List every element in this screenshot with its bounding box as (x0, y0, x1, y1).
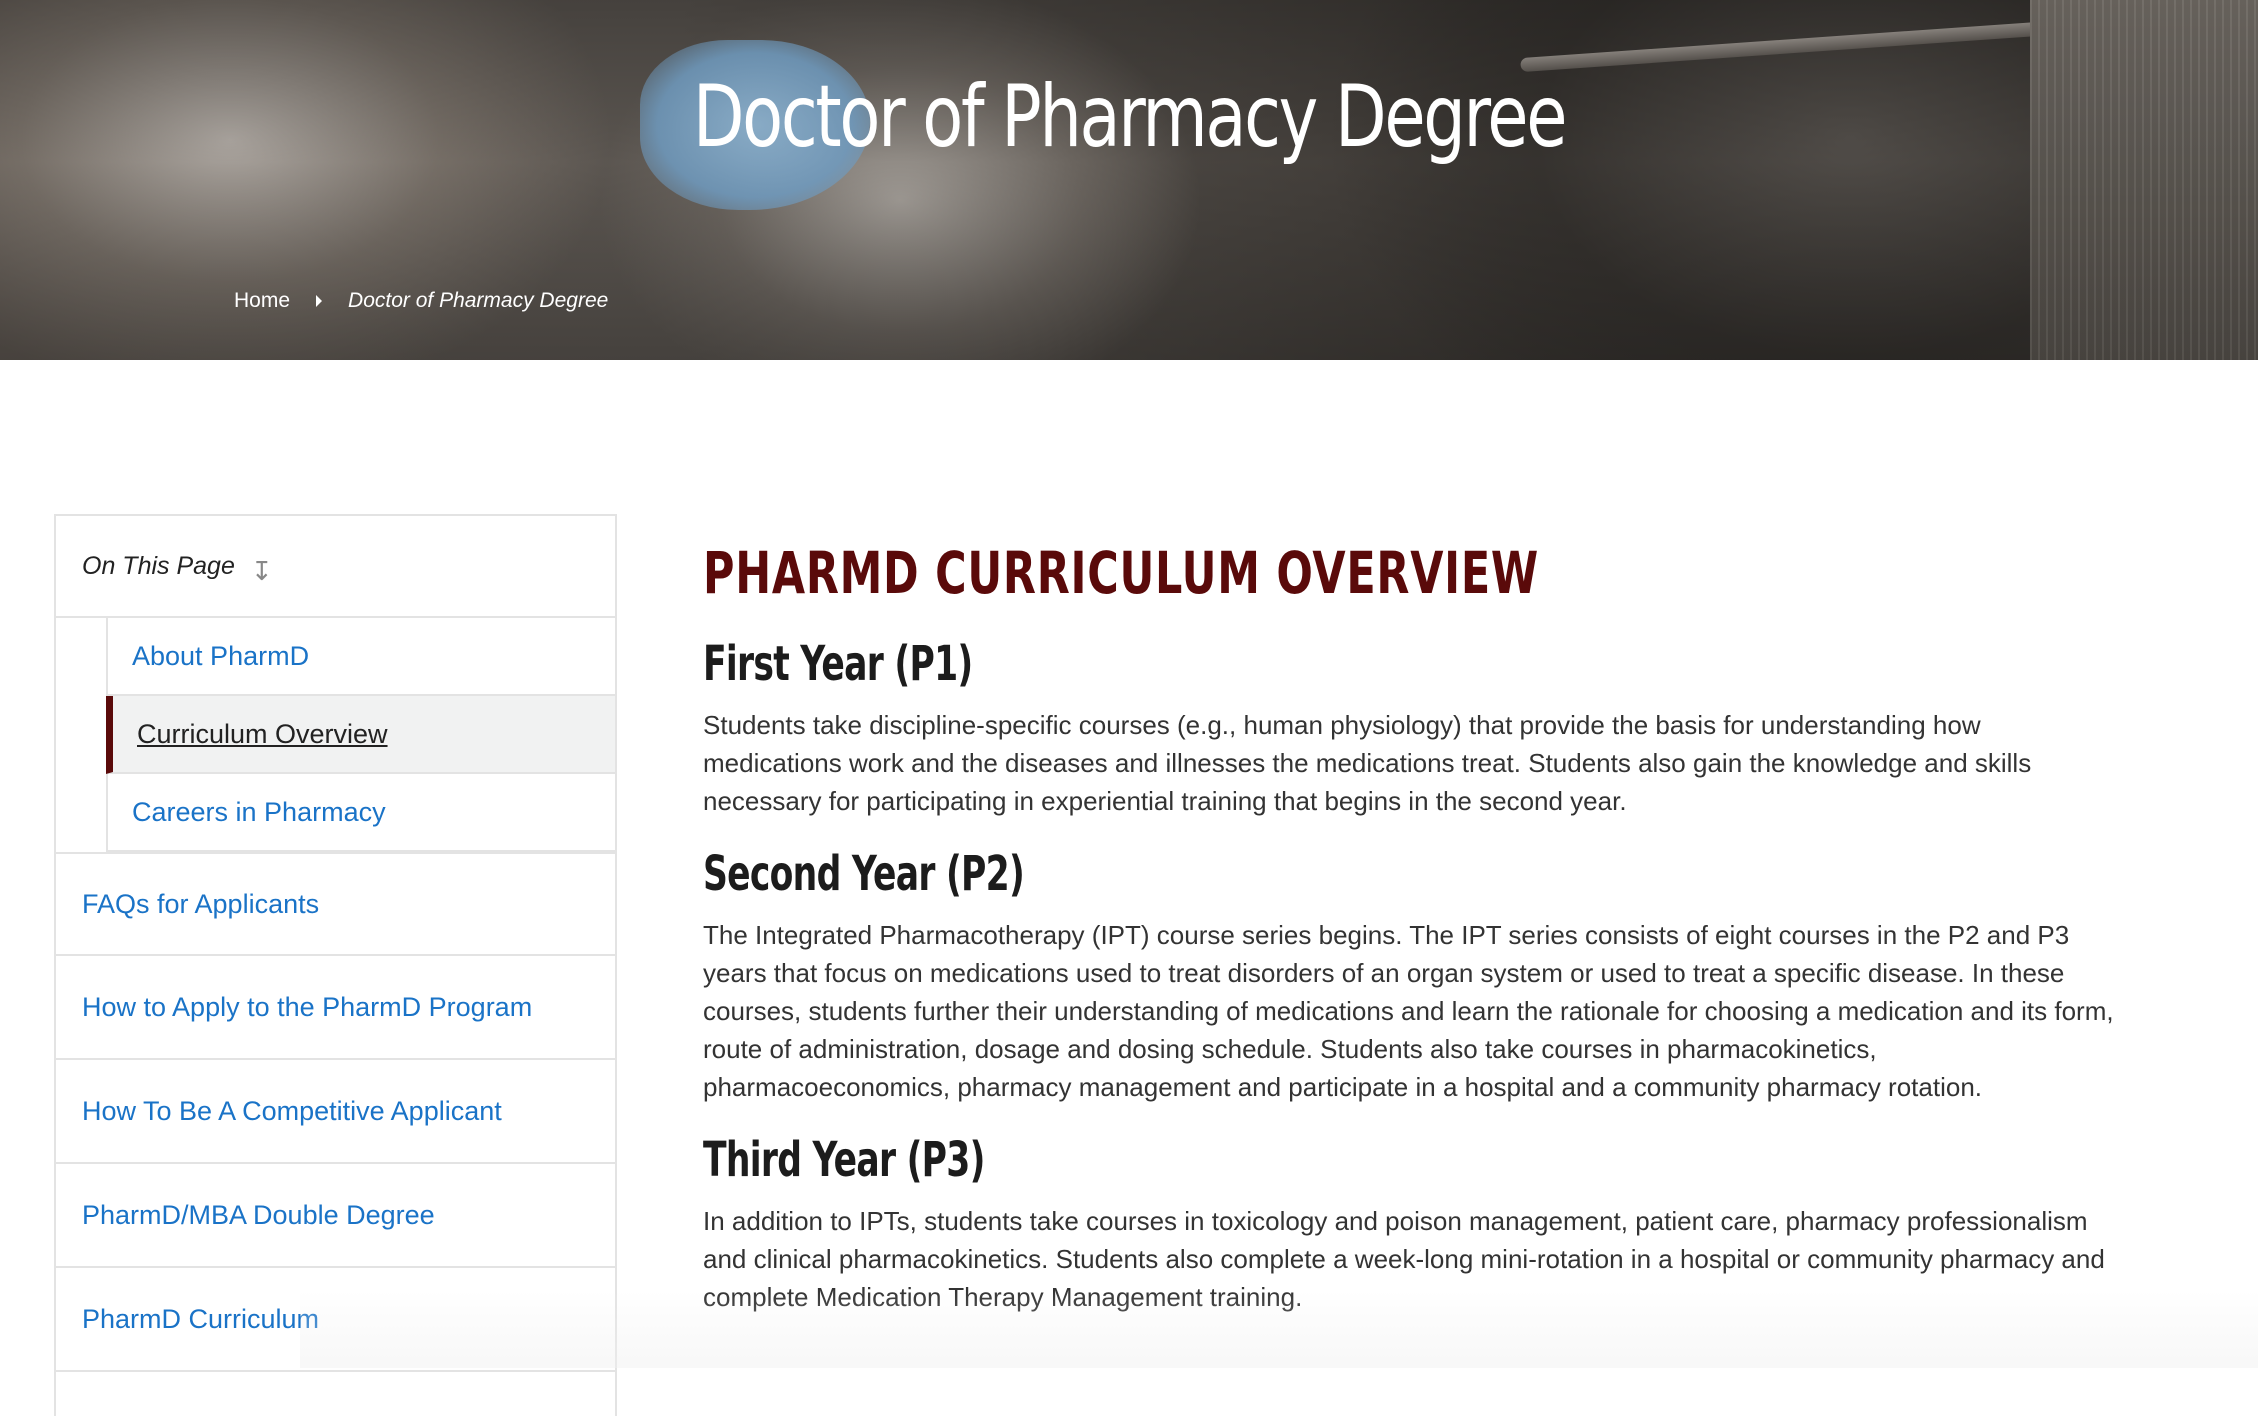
section-nav-list: FAQs for Applicants How to Apply to the … (56, 852, 615, 1372)
arrow-down-icon: ↧ (250, 555, 273, 586)
on-this-page-toggle[interactable]: On This Page ↧ (56, 516, 615, 618)
year-description: The Integrated Pharmacotherapy (IPT) cou… (703, 920, 2114, 1102)
on-this-page-label: On This Page (82, 551, 235, 580)
year-heading: First Year (P1) (703, 636, 973, 692)
on-this-page-list: About PharmD Curriculum Overview Careers… (106, 618, 615, 852)
chevron-right-icon (316, 295, 323, 307)
sidebar-item-label: FAQs for Applicants (82, 888, 320, 919)
sidebar-item-label: About PharmD (132, 640, 310, 671)
sidebar-item-label: PharmD Curriculum (82, 1303, 320, 1334)
sidebar-item-label: Careers in Pharmacy (132, 796, 386, 827)
sidebar-item-label: How to Apply to the PharmD Program (82, 991, 533, 1022)
year-heading: Second Year (P2) (703, 846, 1025, 902)
sidebar-item-about-pharmd[interactable]: About PharmD (108, 618, 615, 696)
sidebar-item-label: How To Be A Competitive Applicant (82, 1095, 502, 1126)
sidebar-item-faqs[interactable]: FAQs for Applicants (56, 852, 615, 956)
page-title: Doctor of Pharmacy Degree (692, 67, 1568, 167)
sidebar-item-label: PharmD/MBA Double Degree (82, 1199, 435, 1230)
main-content: PHARMD CURRICULUM OVERVIEW First Year (P… (703, 530, 2123, 1316)
breadcrumb: Home Doctor of Pharmacy Degree (234, 286, 608, 316)
sidebar-item-pharmd-mba[interactable]: PharmD/MBA Double Degree (56, 1164, 615, 1268)
sidebar-item-how-to-apply[interactable]: How to Apply to the PharmD Program (56, 956, 615, 1060)
sidebar-item-pharmd-curriculum[interactable]: PharmD Curriculum (56, 1268, 615, 1372)
sidebar-nav: On This Page ↧ About PharmD Curriculum O… (54, 514, 617, 1416)
hero-banner: Doctor of Pharmacy Degree Home Doctor of… (0, 0, 2258, 360)
sidebar-item-curriculum-overview[interactable]: Curriculum Overview (106, 696, 615, 774)
sidebar-item-careers-in-pharmacy[interactable]: Careers in Pharmacy (108, 774, 615, 852)
breadcrumb-home-link[interactable]: Home (234, 289, 290, 313)
sidebar-item-label: Curriculum Overview (137, 718, 388, 749)
hero-photo-detail (2030, 0, 2258, 360)
year-heading: Third Year (P3) (703, 1132, 985, 1188)
year-description: Students take discipline-specific course… (703, 710, 2032, 816)
breadcrumb-current: Doctor of Pharmacy Degree (348, 289, 609, 312)
year-description: In addition to IPTs, students take cours… (703, 1206, 2105, 1312)
section-heading: PHARMD CURRICULUM OVERVIEW (703, 539, 1540, 607)
sidebar-item-competitive-applicant[interactable]: How To Be A Competitive Applicant (56, 1060, 615, 1164)
